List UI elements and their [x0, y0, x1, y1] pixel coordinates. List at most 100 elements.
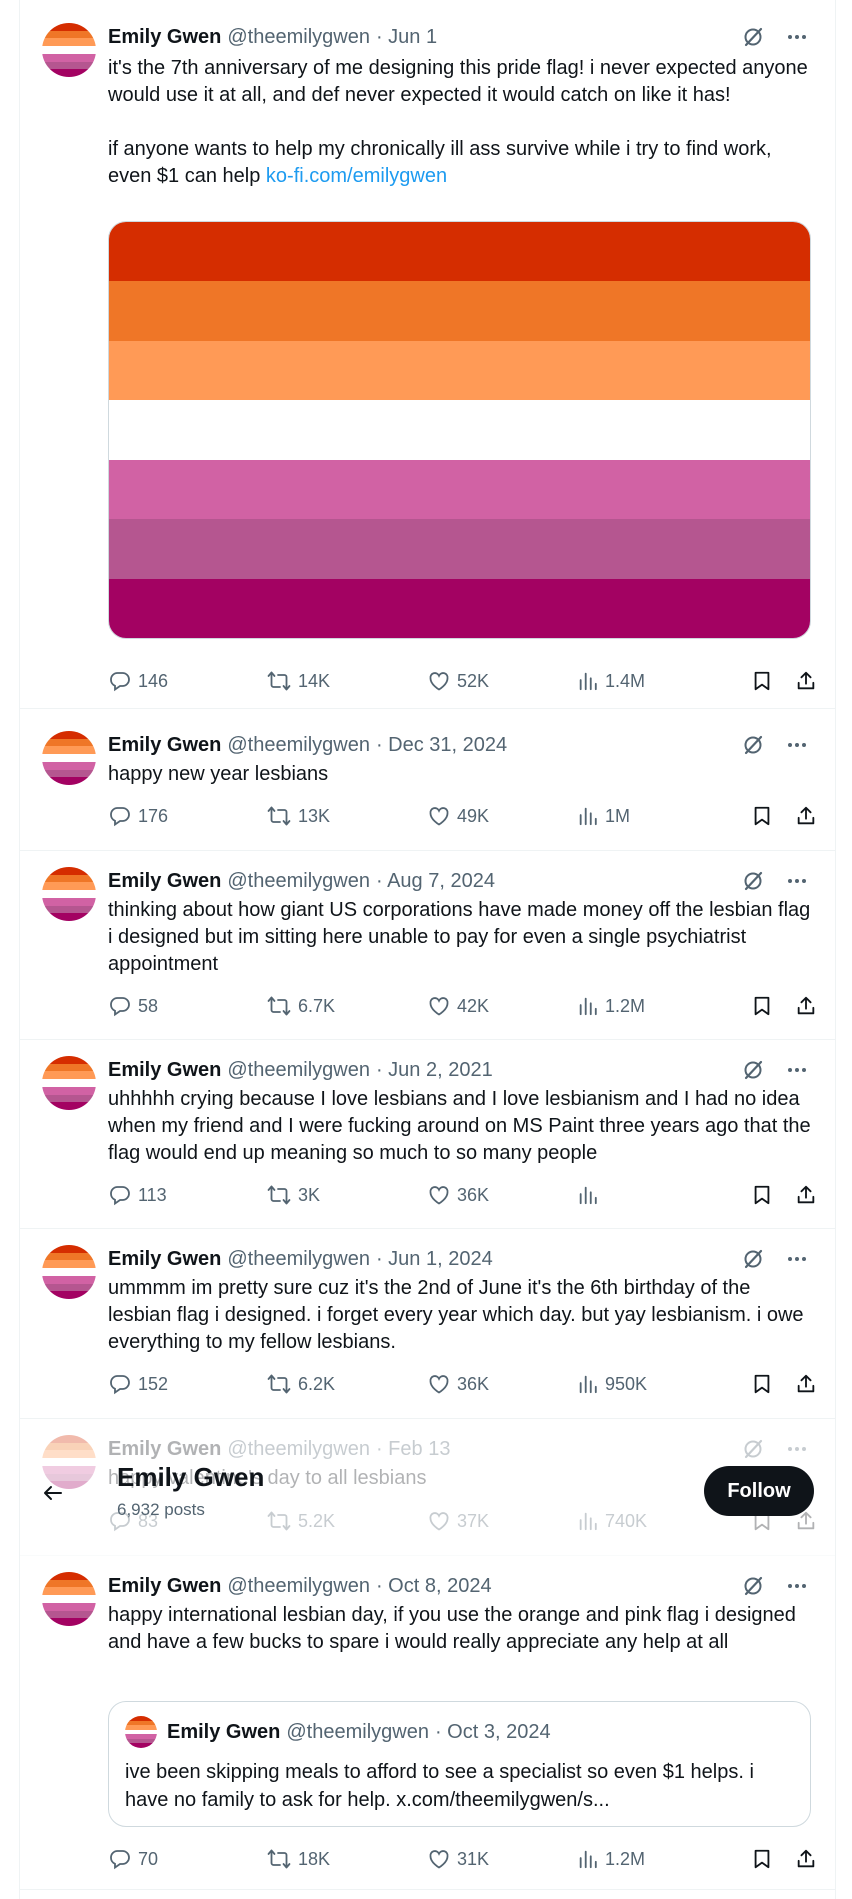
avatar[interactable]	[42, 731, 96, 785]
views-count: 1.2M	[605, 1848, 646, 1869]
bookmark-icon[interactable]	[751, 669, 773, 693]
tweet-date[interactable]: · Jun 1, 2024	[376, 1248, 493, 1271]
like-button[interactable]: 31K	[427, 1847, 577, 1871]
like-button[interactable]: 52K	[427, 669, 577, 693]
grok-icon[interactable]	[739, 1572, 767, 1600]
reply-button[interactable]: 113	[108, 1183, 266, 1207]
views-count: 950K	[605, 1373, 648, 1394]
profile-header: Emily Gwen 6,932 posts Follow	[19, 1458, 836, 1528]
share-icon[interactable]	[795, 1847, 817, 1871]
avatar[interactable]	[42, 867, 96, 921]
reply-button[interactable]: 146	[108, 669, 266, 693]
more-icon[interactable]	[783, 867, 811, 895]
author-name[interactable]: Emily Gwen	[108, 734, 221, 757]
flag-image[interactable]	[108, 221, 811, 639]
tweet[interactable]: Emily Gwen @theemilygwen · Jun 1, 2024 u…	[20, 1229, 835, 1419]
grok-icon[interactable]	[739, 23, 767, 51]
repost-button[interactable]: 14K	[266, 669, 427, 693]
views-button[interactable]: 1.2M	[577, 1848, 751, 1870]
views-button[interactable]: 950K	[577, 1373, 751, 1395]
grok-icon[interactable]	[739, 1245, 767, 1273]
tweet[interactable]: Emily Gwen @theemilygwen · Jun 1 it's th…	[20, 7, 835, 709]
share-icon[interactable]	[795, 1372, 817, 1396]
author-handle[interactable]: @theemilygwen	[227, 1575, 370, 1598]
author-name[interactable]: Emily Gwen	[108, 1575, 221, 1598]
like-button[interactable]: 42K	[427, 994, 577, 1018]
more-icon[interactable]	[783, 23, 811, 51]
more-icon[interactable]	[783, 1056, 811, 1084]
quoted-tweet[interactable]: Emily Gwen @theemilygwen · Oct 3, 2024 i…	[108, 1701, 811, 1827]
views-button[interactable]	[577, 1184, 751, 1206]
grok-icon[interactable]	[739, 1056, 767, 1084]
repost-count: 14K	[298, 670, 331, 691]
tweet[interactable]: Emily Gwen @theemilygwen · Oct 8, 2024 h…	[20, 1556, 835, 1890]
repost-button[interactable]: 13K	[266, 804, 427, 828]
tweet[interactable]: Emily Gwen @theemilygwen · Jun 2, 2021 u…	[20, 1040, 835, 1229]
views-icon	[577, 1848, 599, 1870]
views-button[interactable]: 1.2M	[577, 995, 751, 1017]
like-button[interactable]: 36K	[427, 1183, 577, 1207]
tweet[interactable]: Emily Gwen @theemilygwen · Dec 31, 2024 …	[20, 715, 835, 851]
author-handle[interactable]: @theemilygwen	[227, 26, 370, 49]
bookmark-icon[interactable]	[751, 1847, 773, 1871]
repost-button[interactable]: 18K	[266, 1847, 427, 1871]
grok-icon[interactable]	[739, 867, 767, 895]
like-button[interactable]: 49K	[427, 804, 577, 828]
tweet-date[interactable]: · Jun 1	[376, 26, 437, 49]
share-icon[interactable]	[795, 669, 817, 693]
author-name[interactable]: Emily Gwen	[108, 1059, 221, 1082]
tweet-date[interactable]: · Aug 7, 2024	[376, 870, 495, 893]
like-button[interactable]: 36K	[427, 1372, 577, 1396]
views-button[interactable]: 1.4M	[577, 670, 751, 692]
author-name[interactable]: Emily Gwen	[108, 26, 221, 49]
author-handle[interactable]: @theemilygwen	[227, 870, 370, 893]
views-button[interactable]: 1M	[577, 805, 751, 827]
more-icon[interactable]	[783, 1245, 811, 1273]
reply-button[interactable]: 176	[108, 804, 266, 828]
bookmark-icon[interactable]	[751, 804, 773, 828]
share-icon[interactable]	[795, 804, 817, 828]
reply-button[interactable]: 152	[108, 1372, 266, 1396]
repost-button[interactable]: 6.7K	[266, 994, 427, 1018]
share-icon[interactable]	[795, 994, 817, 1018]
more-icon[interactable]	[783, 1572, 811, 1600]
author-handle[interactable]: @theemilygwen	[227, 1248, 370, 1271]
back-arrow-icon	[44, 1486, 62, 1500]
tweet-date[interactable]: · Dec 31, 2024	[376, 734, 507, 757]
avatar[interactable]	[42, 23, 96, 77]
tweet[interactable]: Emily Gwen @theemilygwen · Aug 7, 2024 t…	[20, 851, 835, 1040]
bookmark-icon[interactable]	[751, 994, 773, 1018]
repost-button[interactable]: 6.2K	[266, 1372, 427, 1396]
avatar[interactable]	[42, 1056, 96, 1110]
quote-author-name: Emily Gwen	[167, 1720, 281, 1743]
reply-button[interactable]: 58	[108, 994, 266, 1018]
grok-icon[interactable]	[739, 731, 767, 759]
follow-button[interactable]: Follow	[704, 1466, 814, 1516]
views-icon	[577, 670, 599, 692]
bookmark-icon[interactable]	[751, 1372, 773, 1396]
reply-count: 152	[138, 1373, 169, 1394]
reply-icon	[108, 1372, 132, 1396]
back-button[interactable]	[35, 1475, 71, 1511]
views-count: 1.4M	[605, 670, 646, 691]
share-icon[interactable]	[795, 1183, 817, 1207]
kofi-link[interactable]: ko-fi.com/emilygwen	[266, 165, 447, 187]
retweet-icon	[266, 1183, 292, 1207]
author-handle[interactable]: @theemilygwen	[227, 1059, 370, 1082]
bookmark-icon[interactable]	[751, 1183, 773, 1207]
repost-count: 18K	[298, 1848, 331, 1869]
repost-button[interactable]: 3K	[266, 1183, 427, 1207]
retweet-icon	[266, 1847, 292, 1871]
tweet-date[interactable]: · Oct 8, 2024	[376, 1575, 492, 1598]
author-handle[interactable]: @theemilygwen	[227, 734, 370, 757]
author-name[interactable]: Emily Gwen	[108, 1248, 221, 1271]
tweet-date[interactable]: · Jun 2, 2021	[376, 1059, 493, 1082]
avatar[interactable]	[42, 1245, 96, 1299]
reply-button[interactable]: 70	[108, 1847, 266, 1871]
author-name[interactable]: Emily Gwen	[108, 870, 221, 893]
profile-name: Emily Gwen	[117, 1462, 265, 1492]
avatar[interactable]	[42, 1572, 96, 1626]
more-icon[interactable]	[783, 731, 811, 759]
quote-author-handle: @theemilygwen	[286, 1720, 429, 1743]
heart-icon	[427, 994, 451, 1018]
